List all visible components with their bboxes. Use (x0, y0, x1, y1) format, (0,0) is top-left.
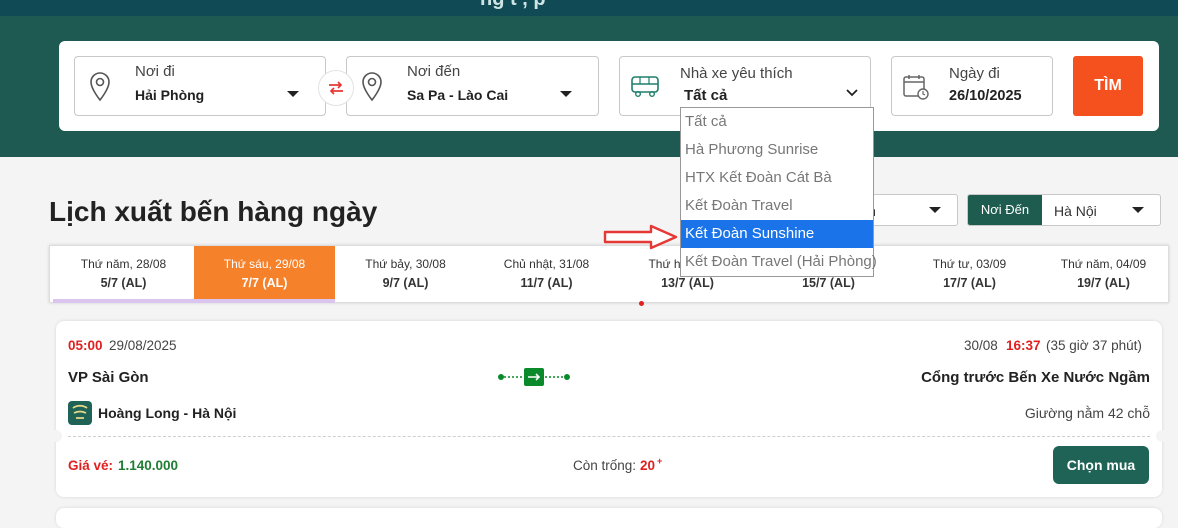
price-value: 1.140.000 (118, 458, 179, 473)
date-tab-lunar: 17/7 (AL) (943, 276, 996, 290)
swap-arrows-icon (329, 81, 343, 95)
date-tab-lunar: 15/7 (AL) (802, 276, 855, 290)
date-tab-lunar: 7/7 (AL) (241, 276, 288, 290)
trip-card: 05:00 29/08/2025 30/08 16:37 (35 giờ 37 … (50, 321, 1168, 497)
depart-date: 29/08/2025 (109, 338, 177, 353)
date-label: Ngày đi (949, 65, 1000, 82)
buy-button[interactable]: Chọn mua (1053, 446, 1149, 484)
operator-option[interactable]: Hà Phương Sunrise (681, 136, 873, 164)
bus-icon (631, 76, 659, 98)
date-tab-lunar: 9/7 (AL) (382, 276, 429, 290)
date-tab[interactable]: Thứ năm, 04/09 19/7 (AL) (1040, 246, 1167, 299)
operator-option[interactable]: Kết Đoàn Travel (681, 192, 873, 220)
destination-filter-value: Hà Nội (1054, 203, 1097, 219)
operator-option-selected[interactable]: Kết Đoàn Sunshine (681, 220, 873, 248)
operator-name: Hoàng Long - Hà Nội (98, 405, 237, 421)
date-tab-day: Thứ năm, 28/08 (80, 257, 167, 271)
date-tab-day: Thứ năm, 04/09 (1060, 257, 1147, 271)
scroll-dot (639, 301, 644, 306)
remaining-value: 20 (640, 458, 656, 473)
remaining-suffix: + (657, 456, 663, 466)
card-notch-left (50, 430, 62, 442)
date-value: 26/10/2025 (949, 88, 1022, 104)
operator-option[interactable]: HTX Kết Đoàn Cát Bà (681, 164, 873, 192)
destination-filter-select[interactable]: Nơi Đến Hà Nội (967, 194, 1161, 226)
search-form: Nơi đi Hải Phòng Nơi đến Sa Pa - Lào Cai… (59, 41, 1159, 131)
date-tab[interactable]: Thứ bảy, 30/08 9/7 (AL) (335, 246, 476, 299)
chevron-down-icon (929, 207, 941, 213)
to-label: Nơi đến (407, 63, 461, 80)
operator-logo-mark (72, 404, 88, 419)
price-label: Giá vé: (68, 458, 114, 473)
to-value: Sa Pa - Lào Cai (407, 87, 509, 103)
date-tab-day: Thứ sáu, 29/08 (223, 257, 306, 271)
route-icon (498, 368, 570, 386)
date-tab-day: Thứ tư, 03/09 (932, 257, 1007, 271)
chevron-down-icon (560, 91, 572, 97)
card-notch-right (1156, 430, 1168, 442)
date-scroll-indicator (53, 299, 335, 303)
destination-filter-tag: Nơi Đến (968, 195, 1042, 225)
calendar-icon (903, 75, 929, 100)
operator-logo (68, 401, 92, 425)
date-tab-lunar: 11/7 (AL) (520, 276, 573, 290)
date-tab-active[interactable]: Thứ sáu, 29/08 7/7 (AL) (194, 246, 335, 299)
date-tab-lunar: 19/7 (AL) (1077, 276, 1130, 290)
remaining-label: Còn trống: (573, 458, 637, 473)
trip-duration: (35 giờ 37 phút) (1046, 338, 1142, 353)
operator-value: Tất cả (684, 87, 728, 104)
date-tab-lunar: 5/7 (AL) (100, 276, 147, 290)
arrive-date: 30/08 (964, 338, 998, 353)
to-select[interactable]: Nơi đến Sa Pa - Lào Cai (346, 56, 599, 116)
to-station: Cổng trước Bến Xe Nước Ngầm (921, 369, 1150, 386)
operator-option[interactable]: Tất cả (681, 108, 873, 136)
map-pin-icon (90, 72, 110, 102)
chevron-down-icon (846, 89, 858, 97)
operator-label: Nhà xe yêu thích (680, 65, 793, 82)
date-tab-lunar: 13/7 (AL) (661, 276, 714, 290)
arrive-time: 16:37 (1006, 338, 1041, 353)
date-tabs: Thứ năm, 28/08 5/7 (AL) Thứ sáu, 29/08 7… (49, 245, 1169, 303)
map-pin-icon (362, 72, 382, 102)
date-tab-day: Thứ bảy, 30/08 (365, 257, 446, 271)
date-tab[interactable]: Chủ nhật, 31/08 11/7 (AL) (476, 246, 617, 299)
chevron-down-icon (287, 91, 299, 97)
date-tab[interactable]: Thứ tư, 03/09 17/7 (AL) (899, 246, 1040, 299)
date-picker[interactable]: Ngày đi 26/10/2025 (891, 56, 1053, 116)
chevron-down-icon (1132, 207, 1144, 213)
operator-option[interactable]: Kết Đoàn Travel (Hải Phòng) (681, 248, 877, 276)
from-label: Nơi đi (135, 63, 175, 80)
hero-tagline-cropped: ng t , p (480, 0, 546, 11)
operator-dropdown-list: Tất cả Hà Phương Sunrise HTX Kết Đoàn Cá… (680, 107, 877, 277)
page-title: Lịch xuất bến hàng ngày (49, 196, 378, 227)
hero-top-strip: ng t , p (0, 0, 1178, 16)
depart-time: 05:00 (68, 338, 103, 353)
date-tab[interactable]: Thứ năm, 28/08 5/7 (AL) (53, 246, 194, 299)
from-select[interactable]: Nơi đi Hải Phòng (74, 56, 326, 116)
search-button[interactable]: TÌM (1073, 56, 1143, 116)
from-station: VP Sài Gòn (68, 369, 149, 386)
trip-card-next (56, 508, 1162, 528)
seat-type: Giường nằm 42 chỗ (1024, 405, 1150, 421)
swap-button[interactable] (318, 70, 354, 106)
red-outline-arrow-icon (603, 224, 678, 250)
date-tab-day: Chủ nhật, 31/08 (503, 257, 590, 271)
from-value: Hải Phòng (135, 87, 205, 103)
card-divider (68, 436, 1150, 437)
